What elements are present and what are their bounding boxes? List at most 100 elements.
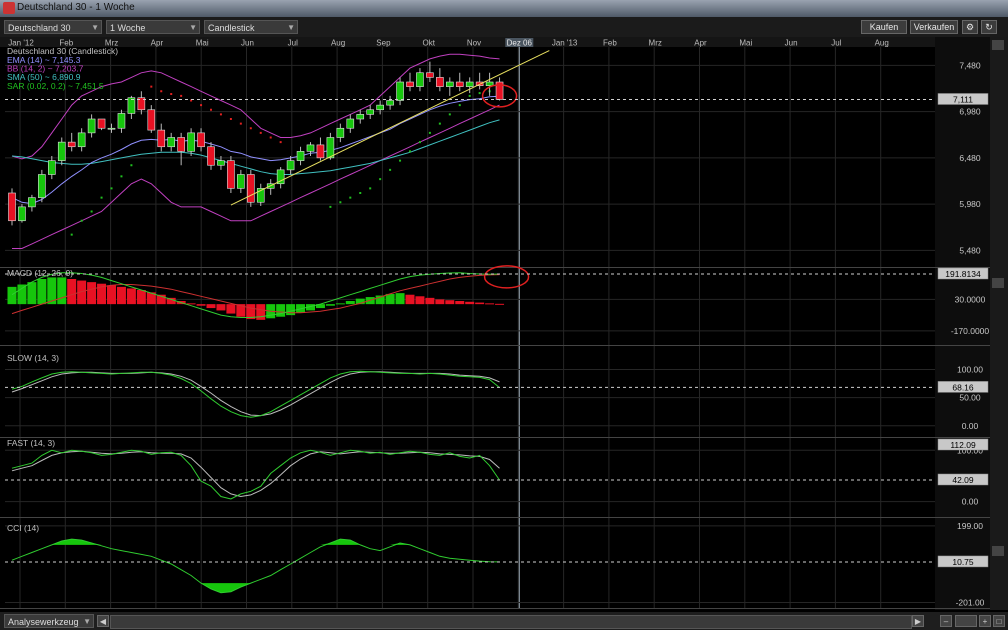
price-axis-label: 7,480 (959, 60, 981, 70)
sar-dot (339, 201, 341, 203)
fullscreen-button[interactable]: □ (993, 615, 1005, 627)
sar-dot (200, 104, 202, 106)
analysis-tool-select[interactable]: Analysewerkzeug▼ (4, 614, 94, 628)
candle-body (217, 161, 224, 166)
refresh-button[interactable]: ↻ (981, 20, 997, 34)
gear-icon: ⚙ (966, 22, 974, 32)
price-axis-label: -201.00 (956, 597, 985, 607)
sar-dot (150, 86, 152, 88)
candle-body (108, 128, 115, 129)
window-title: Deutschland 30 - 1 Woche (17, 2, 135, 13)
chart-canvas[interactable]: Jan '12FebMrzAprMaiJunJulAugSepOktNovDez… (0, 37, 1008, 610)
candle-body (377, 105, 384, 110)
macd-histogram-bar (67, 279, 76, 304)
macd-histogram-bar (336, 303, 345, 304)
sar-dot (160, 90, 162, 92)
scroll-left-button[interactable]: ◀ (97, 615, 109, 627)
sar-dot (170, 93, 172, 95)
price-axis-label: 50.00 (959, 393, 981, 403)
sar-dot (359, 192, 361, 194)
buy-button[interactable]: Kaufen (861, 20, 907, 34)
candle-body (397, 82, 404, 101)
instrument-select[interactable]: Deutschland 30 ▼ (4, 20, 102, 34)
price-axis-label: 6,980 (959, 107, 981, 117)
zoom-in-button[interactable]: + (979, 615, 991, 627)
settings-button[interactable]: ⚙ (962, 20, 978, 34)
candle-body (307, 145, 314, 151)
macd-histogram-bar (415, 296, 424, 304)
candle-body (48, 161, 55, 175)
candle-body (118, 113, 125, 128)
sar-dot (369, 187, 371, 189)
macd-histogram-bar (256, 304, 265, 320)
macd-histogram-bar (386, 294, 395, 304)
period-select[interactable]: 1 Woche▼ (106, 20, 200, 34)
instrument-value: Deutschland 30 (8, 23, 71, 33)
chart-type-select[interactable]: Candlestick▼ (204, 20, 298, 34)
sar-dot (389, 169, 391, 171)
scroll-right-button[interactable]: ▶ (912, 615, 924, 627)
candle-body (28, 198, 35, 207)
macd-histogram-bar (57, 277, 66, 304)
time-axis-label: Feb (603, 39, 617, 48)
time-axis-label: Mai (739, 39, 752, 48)
title-bar: Deutschland 30 - 1 Woche (0, 0, 1008, 17)
macd-histogram-bar (475, 303, 484, 305)
last-price-label: 7,111 (953, 94, 973, 104)
candle-body (297, 151, 304, 160)
macd-histogram-bar (455, 301, 464, 304)
sar-dot (280, 141, 282, 143)
status-bar: Analysewerkzeug▼ ◀ ▶ – + □ (0, 612, 1008, 630)
macd-title: MACD (12, 26, 9) (7, 268, 73, 278)
time-axis-label: Jul (831, 39, 841, 48)
candle-body (416, 73, 423, 87)
time-scrollbar[interactable] (110, 615, 912, 629)
candle-body (436, 77, 443, 86)
price-axis-label: -170.0000 (951, 326, 990, 336)
refresh-icon: ↻ (985, 22, 993, 32)
sar-dot (270, 137, 272, 139)
slow-title: SLOW (14, 3) (7, 353, 59, 363)
slow-value-label: 68.16 (952, 382, 974, 392)
candle-body (446, 82, 453, 87)
zoom-slider[interactable] (955, 615, 977, 627)
time-axis-label: Jun (241, 39, 254, 48)
time-axis-label: Apr (694, 39, 707, 48)
macd-histogram-bar (286, 304, 295, 315)
candle-body (78, 133, 85, 147)
candle-body (88, 119, 95, 133)
macd-histogram-bar (8, 287, 17, 304)
chart-area[interactable]: Jan '12FebMrzAprMaiJunJulAugSepOktNovDez… (0, 37, 1008, 610)
sar-dot (250, 127, 252, 129)
sell-button[interactable]: Verkaufen (910, 20, 958, 34)
macd-histogram-bar (117, 287, 126, 304)
time-axis-label: Mrz (649, 39, 662, 48)
macd-histogram-bar (226, 304, 235, 313)
sar-dot (379, 178, 381, 180)
candle-body (486, 82, 493, 86)
macd-histogram-bar (485, 303, 494, 304)
candle-body (168, 138, 175, 147)
time-axis-label: Aug (331, 39, 345, 48)
time-axis-label: Mai (196, 39, 209, 48)
sar-dot (230, 118, 232, 120)
time-axis-label: Jun (785, 39, 798, 48)
sar-dot (71, 234, 73, 236)
zoom-out-button[interactable]: – (940, 615, 952, 627)
macd-histogram-bar (127, 288, 136, 304)
legend-entry: SAR (0.02, 0.2) ~ 7,451.5 (7, 81, 104, 91)
sar-dot (349, 197, 351, 199)
candle-body (387, 101, 394, 106)
sar-dot (120, 175, 122, 177)
price-axis-label: 5,480 (959, 245, 981, 255)
fast-title: FAST (14, 3) (7, 438, 55, 448)
chevron-down-icon: ▼ (91, 21, 99, 35)
macd-histogram-bar (465, 302, 474, 304)
sar-dot (429, 132, 431, 134)
candle-body (237, 175, 244, 189)
sar-dot (479, 92, 481, 94)
time-axis-label: Sep (376, 39, 391, 48)
candle-body (327, 138, 334, 158)
time-axis-label: Apr (151, 39, 164, 48)
sar-dot (439, 123, 441, 125)
